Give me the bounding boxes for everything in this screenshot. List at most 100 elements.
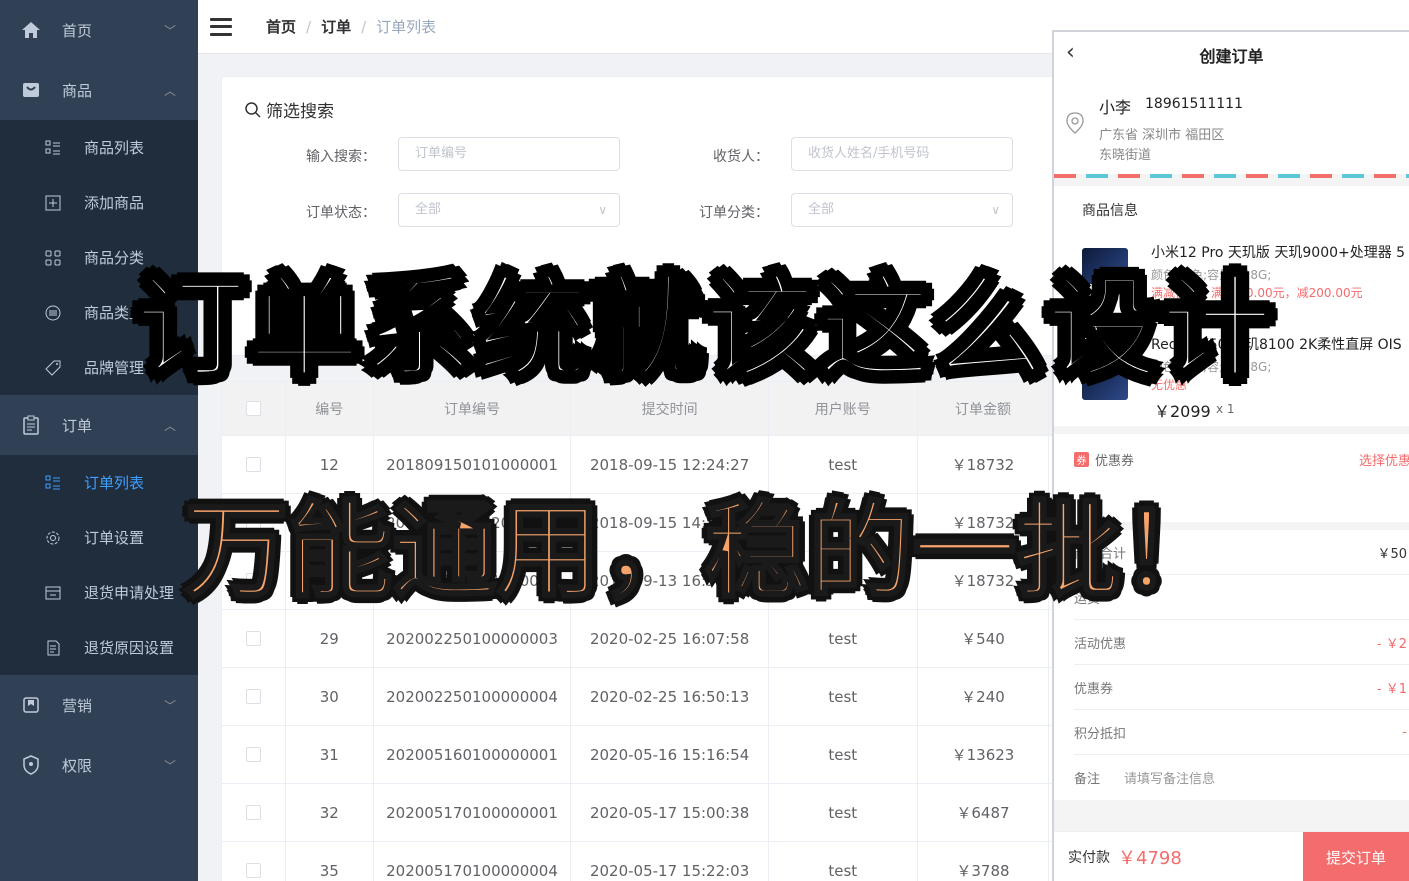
sidebar-item-label: 退货原因设置 [84,639,175,657]
receiver-phone: 18961511111 [1145,96,1243,112]
breadcrumb: 首页 / 订单 / 订单列表 [266,16,436,37]
back-arrow-icon[interactable]: ‹ [1066,40,1075,65]
breadcrumb-home[interactable]: 首页 [266,16,296,37]
menu-permission-label: 权限 [62,756,93,775]
row-checkbox-cell [222,610,286,667]
pay-label: 实付款 [1068,849,1110,866]
submit-order-button[interactable]: 提交订单 [1303,832,1409,881]
hamburger-icon[interactable] [210,17,232,36]
list-icon [44,139,62,157]
coupon-label-wrap: 券优惠券 [1074,450,1134,469]
order-time-cell: 2018-09-15 14:24:29 [571,494,769,551]
address-card[interactable]: 小李 18961511111 广东省 深圳市 福田区 东晓街道 [1054,78,1409,174]
order-sn-cell: 202005160100000001 [374,726,572,783]
mobile-footer: 实付款 ￥4798 提交订单 [1054,831,1409,881]
sidebar: 首页 ﹀ 商品 ︿ 商品列表 添加商品 商品分类 商品类型 品牌管理 订单 ︿ … [0,0,198,881]
sidebar-item-goods-list[interactable]: 商品列表 [0,120,198,175]
row-checkbox[interactable] [245,747,261,762]
user-account-cell: test [769,668,918,725]
summary-value: ￥50 [1377,546,1407,562]
summary-label: 备注 [1074,772,1101,787]
menu-order[interactable]: 订单 ︿ [0,395,198,455]
row-checkbox-cell [222,842,286,881]
product-discount: 无优惠 [1151,378,1188,392]
chevron-down-icon: ∨ [598,203,607,217]
sidebar-item-goods-category[interactable]: 商品分类 [0,230,198,285]
coupon-card[interactable]: 券优惠券 选择优惠 [1054,434,1409,522]
sidebar-item-return-apply[interactable]: 退货申请处理 [0,565,198,620]
category-select[interactable]: 全部 ∨ [791,193,1013,227]
menu-permission[interactable]: 权限 ﹀ [0,735,198,795]
row-checkbox[interactable] [245,631,261,646]
goods-title: 商品信息 [1082,203,1138,219]
order-id-cell: 35 [286,842,374,881]
order-amount-cell: ￥3788 [918,842,1050,881]
chevron-up-icon: ︿ [163,84,176,98]
row-checkbox[interactable] [245,863,261,878]
menu-home[interactable]: 首页 ﹀ [0,0,198,60]
coupon-select[interactable]: 选择优惠 [1359,450,1409,469]
column-header: 提交时间 [571,382,769,435]
user-account-cell: test [769,494,918,551]
sidebar-item-brand[interactable]: 品牌管理 [0,340,198,395]
select-all-checkbox[interactable] [245,401,261,416]
app-root: 首页 ﹀ 商品 ︿ 商品列表 添加商品 商品分类 商品类型 品牌管理 订单 ︿ … [0,0,1409,881]
order-id-cell: 12 [286,436,374,493]
summary-label: 优惠券 [1074,681,1114,697]
receiver-input[interactable]: 收货人姓名/手机号码 [791,137,1013,171]
order-amount-cell: ￥540 [918,610,1050,667]
category-select-value: 全部 [808,202,835,217]
menu-goods[interactable]: 商品 ︿ [0,60,198,120]
order-id-cell: 13 [286,494,374,551]
summary-row: 优惠券 - ￥1 [1074,665,1409,710]
status-select[interactable]: 全部 ∨ [398,193,620,227]
sidebar-item-return-reason[interactable]: 退货原因设置 [0,620,198,675]
sidebar-item-order-settings[interactable]: 订单设置 [0,510,198,565]
chevron-down-icon: ∨ [991,203,1000,217]
order-sn-cell: 201809150102000002 [374,494,572,551]
address-line-2: 东晓街道 [1099,148,1152,163]
product-image [1082,364,1128,400]
order-sn-cell: 202005170100000001 [374,784,572,841]
mobile-title: 创建订单 [1199,47,1264,66]
summary-label: 运费 [1074,591,1101,607]
column-header: 编号 [286,382,374,435]
order-sn-cell: 202005170100000004 [374,842,572,881]
menu-marketing[interactable]: 营销 ﹀ [0,675,198,735]
chevron-down-icon: ﹀ [163,699,176,713]
sidebar-item-order-list[interactable]: 订单列表 [0,455,198,510]
remark-row[interactable]: 备注 请填写备注信息 [1074,755,1409,800]
order-submenu: 订单列表 订单设置 退货申请处理 退货原因设置 [0,455,198,675]
row-checkbox[interactable] [245,805,261,820]
coupon-label: 优惠券 [1095,454,1135,469]
order-amount-cell: ￥18732 [918,436,1050,493]
sidebar-item-goods-type[interactable]: 商品类型 [0,285,198,340]
summary-row: 商品合计 ￥50 [1074,530,1409,575]
row-checkbox[interactable] [245,573,261,588]
breadcrumb-order[interactable]: 订单 [321,16,351,37]
remark-input[interactable]: 请填写备注信息 [1124,768,1215,787]
breadcrumb-separator: / [361,17,367,36]
sidebar-item-label: 品牌管理 [84,359,145,377]
product-price: ￥2099 [1154,402,1211,421]
product-discount: 满减优惠：满5000.00元，减200.00元 [1151,286,1363,300]
sidebar-item-add-goods[interactable]: 添加商品 [0,175,198,230]
order-sn-cell: 202002250100000003 [374,610,572,667]
goods-submenu: 商品列表 添加商品 商品分类 商品类型 品牌管理 [0,120,198,395]
column-header: 订单金额 [918,382,1050,435]
summary-label: 活动优惠 [1074,636,1127,652]
goods-info-card: 商品信息 小米12 Pro 天玑版 天玑9000+处理器 5 颜色:黑色;容量:… [1054,186,1409,426]
location-pin-icon [1066,112,1084,134]
summary-label: 商品合计 [1074,546,1127,562]
category-label: 订单分类： [699,205,769,221]
row-checkbox[interactable] [245,457,261,472]
row-checkbox[interactable] [245,689,261,704]
order-amount-cell: ￥240 [918,668,1050,725]
product-name: 小米12 Pro 天玑版 天玑9000+处理器 5 [1151,245,1406,261]
type-icon [44,304,62,322]
row-checkbox[interactable] [245,515,261,530]
sidebar-item-label: 订单列表 [84,474,145,492]
search-input[interactable]: 订单编号 [398,137,620,171]
order-time-cell: 2020-05-17 15:00:38 [571,784,769,841]
user-account-cell: test [769,726,918,783]
